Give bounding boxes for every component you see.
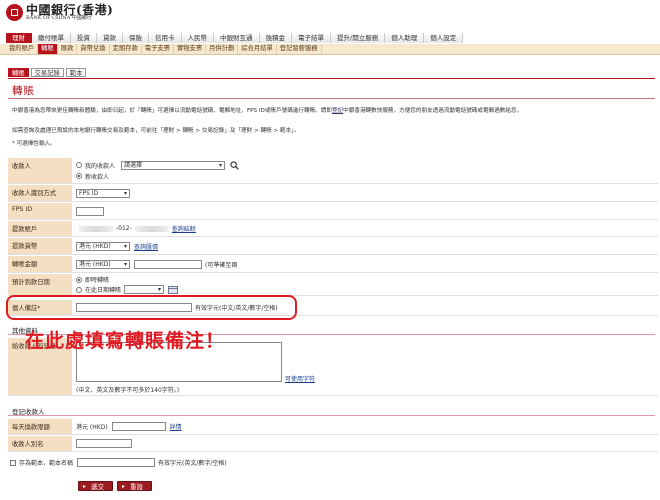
id-type-label: 收款人識別方式: [8, 185, 72, 201]
message-hint: (中文、英文及數字不可多於140字符。): [76, 387, 180, 394]
tab-divider: [8, 78, 655, 79]
daily-limit-row: 每天換款限額 港元 (HKD) 詳情: [8, 419, 658, 435]
amount-row: 轉賬金額 港元 (HKD) (可準確至兩: [8, 256, 658, 273]
debit-currency-label: 提款貨幣: [8, 238, 72, 254]
template-notice: 如需查詢及處理已預設的本地銀行轉賬交易及範本，可前往「理財 > 轉賬 > 交易記…: [12, 128, 300, 134]
site-header: 中國銀行(香港) BANK OF CHINA 中國銀行: [0, 0, 660, 30]
payee-row: 收款人 我的收款人 請選擇 新收款人: [8, 158, 658, 184]
fps-notice-text-2: 中銀香港轉數快服務，方便您的朋友透過流動電話號碼或電郵過數給您。: [343, 108, 523, 114]
topnav-item[interactable]: 個人設定: [424, 33, 464, 43]
fps-notice-text: 中銀香港為您帶來更佳轉賬新體驗，由即日起，於「轉賬」可選擇以流動電話號碼、電郵地…: [12, 108, 332, 114]
debit-account-label: 提款賬戶: [8, 221, 72, 236]
debit-currency-select[interactable]: 港元 (HKD): [76, 241, 130, 251]
scheduled-transfer-radio[interactable]: [76, 286, 82, 293]
sub-navigation: 我的賬戶 轉賬 匯款 貨幣兌換 定期存款 電子支票 實物支票 月供計劃 綜合月結…: [0, 44, 660, 55]
new-payee-radio[interactable]: [76, 173, 82, 179]
subnav-item[interactable]: 實物支票: [174, 44, 207, 54]
daily-limit-label: 每天換款限額: [8, 419, 72, 434]
topnav-item[interactable]: 信用卡: [149, 33, 182, 43]
check-balance-link[interactable]: 查詢結餘: [172, 224, 196, 233]
immediate-transfer-label: 即時轉賬: [85, 277, 110, 284]
my-payee-label: 我的收款人: [85, 162, 116, 170]
content-tabs: 轉賬 交易記錄 範本: [8, 68, 88, 77]
daily-limit-input[interactable]: [111, 422, 166, 431]
transfer-date-select[interactable]: [124, 285, 165, 294]
calendar-icon[interactable]: [168, 285, 178, 294]
masked-account-suffix: [134, 225, 169, 232]
topnav-item[interactable]: 理財: [6, 33, 32, 43]
payee-select[interactable]: 請選擇: [121, 160, 226, 170]
topnav-item[interactable]: 繳付賬單: [32, 33, 71, 43]
search-icon[interactable]: [230, 160, 239, 170]
save-template-label: 存為範本，範本名稱: [19, 460, 74, 467]
daily-limit-currency: 港元 (HKD): [76, 424, 108, 431]
tab-transfer[interactable]: 轉賬: [8, 68, 29, 77]
topnav-item[interactable]: 保險: [123, 33, 149, 43]
remark-annotation: 在此處填寫轉賬備注！: [25, 330, 226, 352]
payee-alias-label: 收款人別名: [8, 436, 72, 451]
top-navigation: 理財 繳付賬單 投資 貸款 保險 信用卡 人民幣 中銀財互通 強積金 電子結單 …: [0, 33, 660, 43]
amount-input[interactable]: [134, 259, 202, 269]
debit-account-row: 提款賬戶 -012- 查詢結餘: [8, 221, 658, 237]
subnav-item[interactable]: 貨幣兌換: [77, 44, 110, 54]
id-type-select[interactable]: FPS ID: [76, 188, 130, 198]
fps-notice: 中銀香港為您帶來更佳轉賬新體驗，由即日起，於「轉賬」可選擇以流動電話號碼、電郵地…: [12, 107, 657, 115]
amount-precision-note: (可準確至兩: [205, 261, 238, 269]
usable-characters-link[interactable]: 可使用字符: [285, 374, 315, 383]
masked-account-prefix: [79, 225, 113, 232]
immediate-transfer-radio[interactable]: [76, 276, 82, 283]
page-title: 轉賬: [12, 85, 35, 97]
fps-id-input[interactable]: [76, 206, 104, 216]
topnav-item[interactable]: 中銀財互通: [214, 33, 260, 43]
subnav-item[interactable]: 電子支票: [142, 44, 174, 54]
template-name-hint: 有效字元(英文/數字/空格): [158, 460, 227, 467]
bank-logo-icon: [6, 4, 23, 21]
subnav-item[interactable]: 轉賬: [38, 44, 58, 54]
topnav-item[interactable]: 貸款: [97, 33, 123, 43]
topnav-item[interactable]: 個人助理: [385, 33, 425, 43]
id-type-row: 收款人識別方式 FPS ID: [8, 185, 658, 202]
submit-button[interactable]: 遞交: [78, 481, 113, 492]
subnav-item[interactable]: 定期存款: [110, 44, 142, 54]
subnav-item[interactable]: 我的賬戶: [6, 44, 39, 54]
tab-templates[interactable]: 範本: [65, 68, 87, 77]
scheduled-transfer-label: 在此日期轉賬: [85, 287, 122, 294]
subnav-item[interactable]: 綜合月結單: [238, 44, 277, 54]
topnav-item[interactable]: 電子結單: [292, 33, 331, 43]
debit-currency-row: 提款貨幣 港元 (HKD) 查詢匯價: [8, 238, 658, 255]
topnav-item[interactable]: 人民幣: [181, 33, 214, 43]
amount-currency-select[interactable]: 港元 (HKD): [76, 259, 130, 269]
payee-label: 收款人: [8, 158, 72, 183]
amount-label: 轉賬金額: [8, 256, 72, 272]
subnav-item[interactable]: 登記發薪服務: [277, 44, 322, 54]
payee-alias-row: 收款人別名: [8, 436, 658, 452]
topnav-item[interactable]: 強積金: [259, 33, 292, 43]
highlight-circle: [6, 295, 297, 320]
register-payee-divider: [8, 415, 655, 416]
new-payee-label: 新收款人: [85, 173, 110, 181]
topnav-item[interactable]: 投資: [71, 33, 97, 43]
subnav-item[interactable]: 月供計劃: [206, 44, 239, 54]
check-rate-link[interactable]: 查詢匯價: [134, 242, 158, 251]
reset-button[interactable]: 重設: [117, 481, 152, 492]
required-note: * 可選擇性輸入。: [12, 141, 56, 147]
bank-logo[interactable]: 中國銀行(香港) BANK OF CHINA 中國銀行: [6, 4, 113, 21]
topnav-item[interactable]: 提升/開立服務: [331, 33, 386, 43]
transfer-date-row: 預計到款日期 即時轉賬 在此日期轉賬: [8, 274, 658, 296]
template-name-input[interactable]: [77, 458, 156, 467]
save-template-checkbox[interactable]: [10, 459, 16, 466]
transfer-date-label: 預計到款日期: [8, 274, 72, 295]
tab-transaction-records[interactable]: 交易記錄: [30, 68, 64, 77]
register-fps-link[interactable]: 登記: [332, 108, 343, 114]
subnav-item[interactable]: 匯款: [58, 44, 78, 54]
debit-account-number: -012-: [116, 225, 132, 232]
my-payee-radio[interactable]: [76, 162, 82, 168]
daily-limit-details-link[interactable]: 詳情: [170, 422, 182, 431]
fps-id-row: FPS ID: [8, 203, 658, 220]
fps-id-label: FPS ID: [8, 203, 72, 219]
payee-alias-input[interactable]: [76, 439, 132, 448]
title-divider: [8, 98, 655, 99]
save-template-row: 存為範本，範本名稱 有效字元(英文/數字/空格): [8, 455, 658, 470]
